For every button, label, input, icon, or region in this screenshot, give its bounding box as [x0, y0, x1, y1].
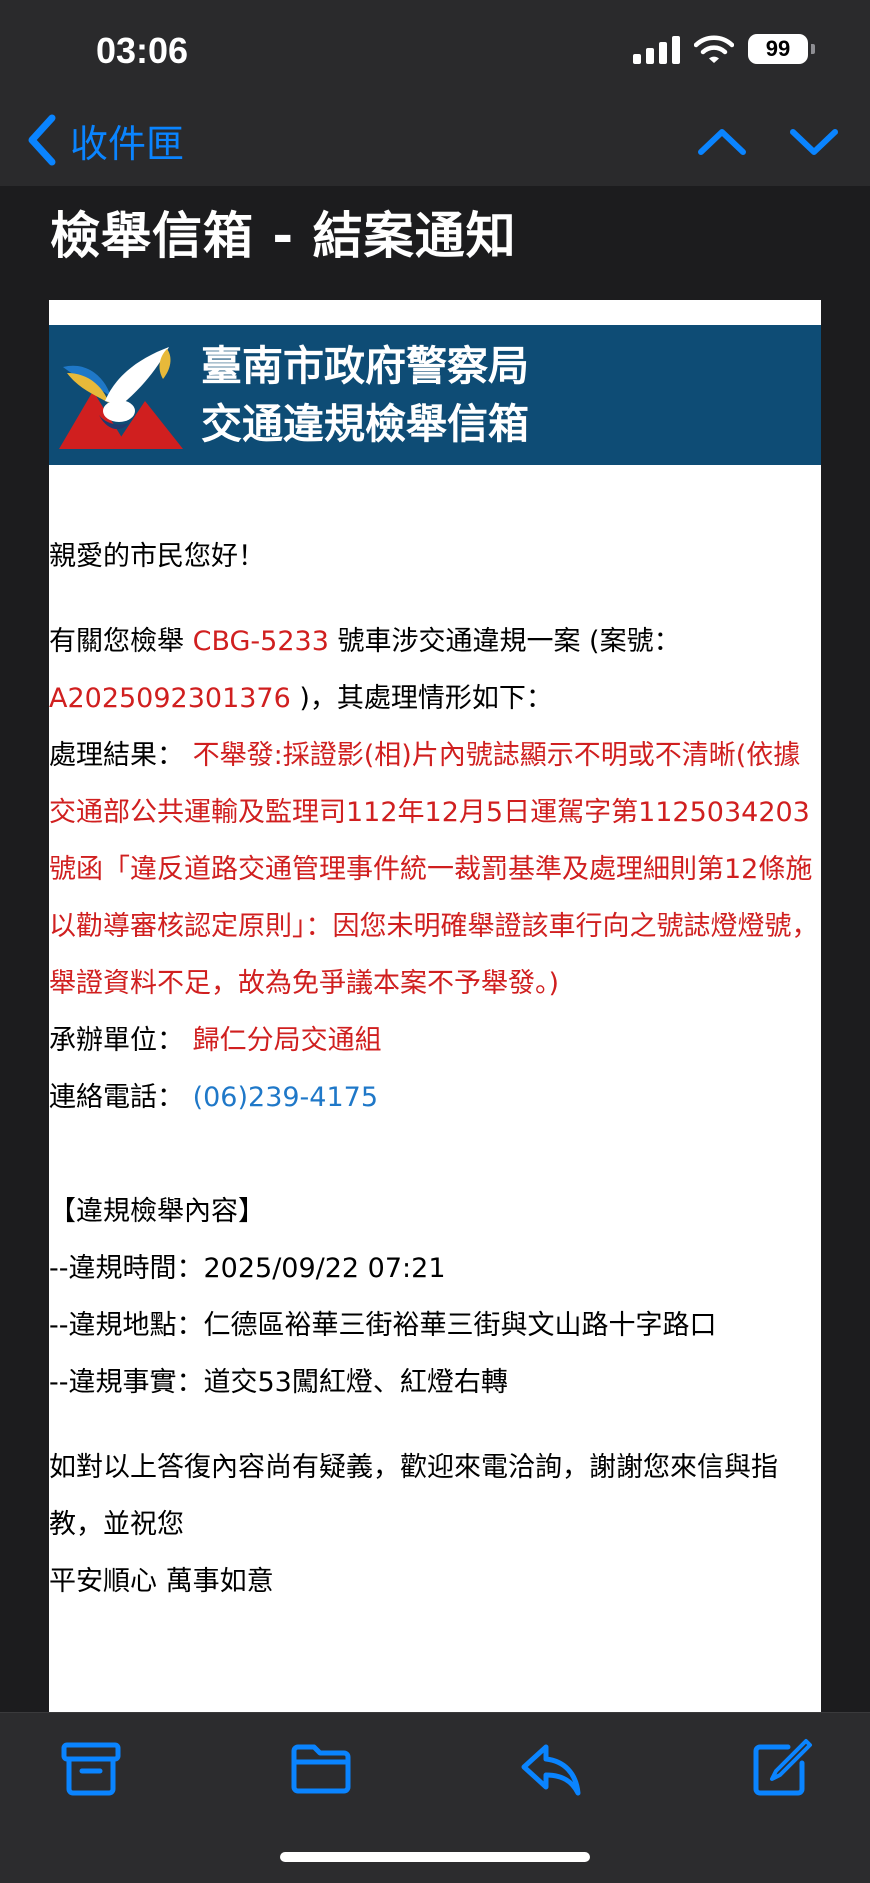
banner-title: 臺南市政府警察局 交通違規檢舉信箱: [201, 337, 529, 453]
cellular-signal-icon: [633, 34, 680, 64]
section-title: 【違規檢舉內容】: [49, 1196, 265, 1227]
case-intro: 有關您檢舉 CBG-5233 號車涉交通違規一案 (案號： A2025092301…: [49, 613, 819, 727]
status-time: 03:06: [96, 30, 189, 71]
closing-text: 如對以上答復內容尚有疑義，歡迎來電洽詢，謝謝您來信與指教，並祝您: [49, 1452, 778, 1540]
chevron-left-icon: [28, 114, 56, 166]
detail-time: --違規時間：2025/09/22 07:21: [49, 1253, 446, 1284]
case-number: A2025092301376: [49, 683, 291, 714]
greeting: 親愛的市民您好！: [49, 541, 265, 572]
email-banner: 臺南市政府警察局 交通違規檢舉信箱: [49, 325, 821, 465]
closing-wish: 平安順心 萬事如意: [49, 1566, 274, 1597]
email-body[interactable]: 臺南市政府警察局 交通違規檢舉信箱 親愛的市民您好！ 有關您檢舉 CBG-523…: [49, 300, 821, 1712]
result-row: 處理結果： 不舉發:採證影(相)片內號誌顯示不明或不清晰(依據交通部公共運輸及監…: [49, 727, 819, 1012]
intro-text-end: )，其處理情形如下：: [290, 683, 553, 714]
chevron-up-icon[interactable]: [696, 120, 748, 164]
reply-icon[interactable]: [518, 1735, 584, 1801]
result-label: 處理結果：: [49, 740, 184, 771]
archive-icon[interactable]: [58, 1735, 124, 1801]
banner-line-1: 臺南市政府警察局: [201, 342, 529, 390]
detail-location: --違規地點：仁德區裕華三街裕華三街與文山路十字路口: [49, 1310, 717, 1341]
phone-label: 連絡電話：: [49, 1082, 184, 1113]
compose-icon[interactable]: [748, 1735, 814, 1801]
phone-link[interactable]: (06)239-4175: [193, 1082, 378, 1113]
banner-line-2: 交通違規檢舉信箱: [201, 400, 529, 448]
intro-text-mid: 號車涉交通違規一案 (案號：: [328, 626, 681, 657]
unit-label: 承辦單位：: [49, 1025, 184, 1056]
unit-row: 承辦單位： 歸仁分局交通組: [49, 1012, 819, 1069]
back-label: 收件匣: [70, 121, 185, 166]
status-icons: 99: [633, 34, 815, 64]
email-subject: 檢舉信箱 - 結案通知: [50, 207, 517, 265]
status-bar: 03:06 99: [0, 0, 870, 100]
handling-unit: 歸仁分局交通組: [192, 1025, 382, 1056]
email-content: 親愛的市民您好！ 有關您檢舉 CBG-5233 號車涉交通違規一案 (案號： A2…: [49, 528, 819, 1610]
message-navigation: [696, 120, 840, 164]
nav-bar: 收件匣: [0, 100, 870, 187]
police-dove-logo: [59, 347, 183, 449]
license-plate: CBG-5233: [192, 626, 329, 657]
back-to-inbox-button[interactable]: 收件匣: [24, 112, 184, 168]
battery-icon: 99: [748, 34, 815, 64]
folder-icon[interactable]: [288, 1735, 354, 1801]
home-indicator[interactable]: [280, 1852, 590, 1862]
phone-row: 連絡電話： (06)239-4175: [49, 1069, 819, 1126]
intro-text: 有關您檢舉: [49, 626, 193, 657]
result-text: 不舉發:採證影(相)片內號誌顯示不明或不清晰(依據交通部公共運輸及監理司112年…: [49, 740, 819, 999]
detail-fact: --違規事實：道交53闖紅燈、紅燈右轉: [49, 1367, 508, 1398]
wifi-icon: [694, 35, 734, 63]
chevron-down-icon[interactable]: [788, 120, 840, 164]
